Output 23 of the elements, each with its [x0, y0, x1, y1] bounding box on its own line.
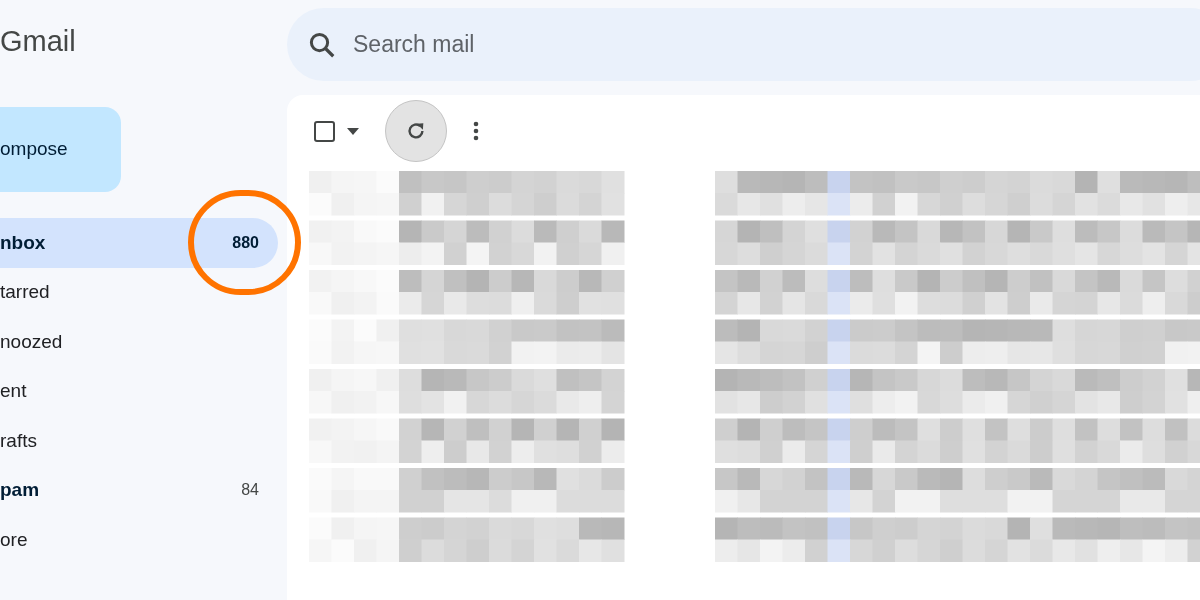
- nav-label: nbox: [0, 230, 46, 255]
- nav-item[interactable]: nbox 880: [0, 218, 278, 268]
- search-field[interactable]: Search mail: [287, 8, 1200, 81]
- nav-item[interactable]: ent: [0, 366, 278, 416]
- nav-item[interactable]: ore: [0, 515, 278, 565]
- nav-label: tarred: [0, 280, 50, 304]
- more-icon[interactable]: [473, 121, 479, 141]
- select-checkbox[interactable]: [314, 120, 335, 142]
- search-input[interactable]: Search mail: [353, 27, 953, 62]
- unread-count: 84: [241, 480, 259, 501]
- nav-label: rafts: [0, 428, 37, 453]
- compose-button[interactable]: ompose: [0, 107, 121, 192]
- nav-item[interactable]: rafts: [0, 416, 278, 466]
- nav-label: pam: [0, 478, 40, 502]
- caret-icon[interactable]: [347, 127, 359, 135]
- nav-label: noozed: [0, 329, 63, 354]
- nav-label: ore: [0, 527, 28, 552]
- unread-count: 880: [232, 232, 259, 253]
- nav-label: ent: [0, 379, 27, 403]
- nav-item[interactable]: pam 84: [0, 465, 278, 515]
- nav-item[interactable]: noozed: [0, 317, 278, 367]
- app-title: Gmail: [0, 24, 76, 60]
- nav-item[interactable]: tarred: [0, 267, 278, 317]
